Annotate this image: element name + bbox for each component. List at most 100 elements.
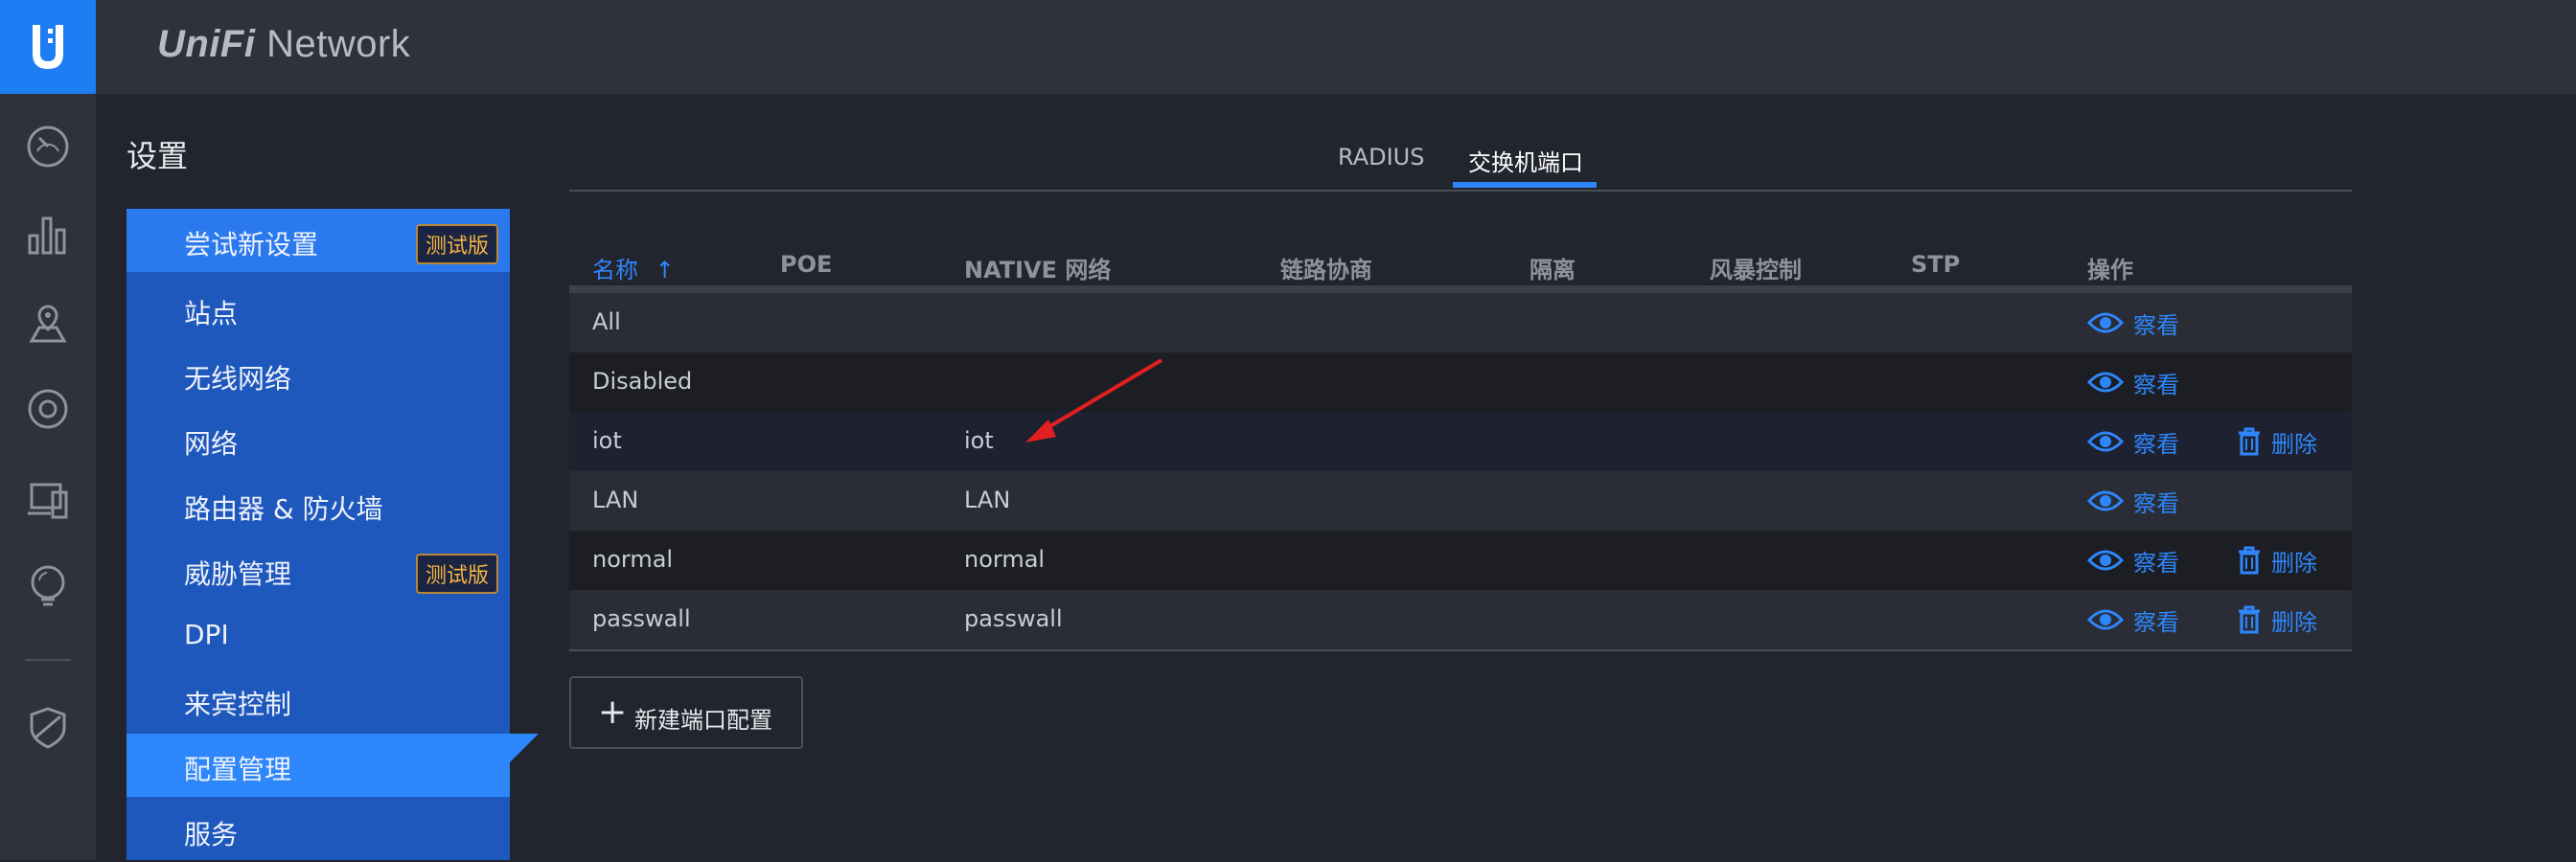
nav-item-label: 尝试新设置 bbox=[184, 229, 319, 261]
nav-item-routing-firewall[interactable]: 路由器 & 防火墙 bbox=[126, 473, 510, 536]
clients-icon[interactable] bbox=[24, 475, 72, 523]
delete-button[interactable]: 删除 bbox=[2237, 544, 2317, 577]
delete-button[interactable]: 删除 bbox=[2237, 603, 2317, 636]
tab-radius[interactable]: RADIUS bbox=[1338, 144, 1424, 170]
active-nav-indicator bbox=[510, 734, 539, 762]
nav-item-label: DPI bbox=[184, 619, 229, 650]
new-port-profile-button[interactable]: + 新建端口配置 bbox=[569, 676, 803, 749]
top-header: UniFi Network bbox=[96, 0, 2576, 94]
beta-badge: 测试版 bbox=[415, 224, 498, 264]
profile-tabs: RADIUS 交换机端口 bbox=[569, 140, 2352, 192]
view-label: 察看 bbox=[2133, 549, 2179, 577]
eye-icon bbox=[2087, 490, 2124, 511]
plus-icon: + bbox=[598, 692, 628, 732]
view-button[interactable]: 察看 bbox=[2087, 485, 2179, 517]
column-header-storm-control[interactable]: 风暴控制 bbox=[1710, 251, 1802, 284]
column-header-stp[interactable]: STP bbox=[1911, 251, 1960, 278]
dashboard-icon[interactable] bbox=[24, 123, 72, 170]
column-header-isolation[interactable]: 隔离 bbox=[1530, 251, 1576, 284]
settings-title: 设置 bbox=[126, 138, 189, 174]
settings-nav: 尝试新设置 测试版 站点 无线网络 网络 路由器 & 防火墙 威胁管理 测试版 … bbox=[126, 209, 510, 860]
view-label: 察看 bbox=[2133, 608, 2179, 636]
active-tab-underline bbox=[1453, 182, 1597, 188]
column-header-poe[interactable]: POE bbox=[780, 251, 832, 278]
eye-icon bbox=[2087, 312, 2124, 333]
eye-icon bbox=[2087, 550, 2124, 571]
trash-icon bbox=[2239, 605, 2260, 634]
sort-ascending-icon: ↑ bbox=[655, 257, 675, 284]
nav-item-profiles[interactable]: 配置管理 bbox=[126, 734, 510, 797]
eye-icon bbox=[2087, 609, 2124, 630]
view-button[interactable]: 察看 bbox=[2087, 366, 2179, 398]
cell-native-network: LAN bbox=[964, 487, 1011, 513]
map-icon[interactable] bbox=[24, 299, 72, 347]
cell-native-network: normal bbox=[964, 546, 1046, 573]
view-button[interactable]: 察看 bbox=[2087, 425, 2179, 458]
delete-label: 删除 bbox=[2271, 608, 2317, 636]
insights-icon[interactable] bbox=[24, 561, 72, 609]
rail-divider bbox=[25, 659, 71, 661]
cell-name: All bbox=[592, 308, 621, 335]
nav-item-label: 站点 bbox=[184, 298, 239, 329]
nav-item-services[interactable]: 服务 bbox=[126, 799, 510, 862]
header-divider bbox=[569, 285, 2352, 293]
nav-item-sites[interactable]: 站点 bbox=[126, 278, 510, 341]
table-row: Disabled 察看 bbox=[569, 352, 2352, 412]
nav-item-dpi[interactable]: DPI bbox=[126, 603, 510, 667]
column-header-actions: 操作 bbox=[2087, 257, 2133, 284]
view-label: 察看 bbox=[2133, 371, 2179, 398]
nav-item-wireless-networks[interactable]: 无线网络 bbox=[126, 343, 510, 406]
delete-button[interactable]: 删除 bbox=[2237, 425, 2317, 458]
trash-icon bbox=[2239, 427, 2260, 456]
nav-item-threat-management[interactable]: 威胁管理 测试版 bbox=[126, 538, 510, 601]
cell-native-network: iot bbox=[964, 427, 994, 454]
shield-icon[interactable] bbox=[24, 703, 72, 751]
delete-label: 删除 bbox=[2271, 549, 2317, 577]
table-row: normal normal 察看 删除 bbox=[569, 531, 2352, 590]
new-port-profile-label: 新建端口配置 bbox=[634, 707, 772, 734]
view-button[interactable]: 察看 bbox=[2087, 603, 2179, 636]
column-header-name[interactable]: 名称 ↑ bbox=[592, 251, 675, 284]
devices-icon[interactable] bbox=[24, 385, 72, 433]
cell-native-network: passwall bbox=[964, 605, 1063, 632]
annotation-arrow bbox=[1025, 358, 1163, 442]
brand-suffix: Network bbox=[255, 23, 411, 65]
cell-name: Disabled bbox=[592, 368, 693, 395]
cell-name: passwall bbox=[592, 605, 691, 632]
cell-name: LAN bbox=[592, 487, 639, 513]
delete-label: 删除 bbox=[2271, 430, 2317, 458]
view-label: 察看 bbox=[2133, 430, 2179, 458]
nav-item-label: 服务 bbox=[184, 819, 239, 851]
nav-item-label: 来宾控制 bbox=[184, 689, 292, 720]
table-row: All 察看 bbox=[569, 293, 2352, 352]
nav-item-networks[interactable]: 网络 bbox=[126, 408, 510, 471]
cell-name: normal bbox=[592, 546, 674, 573]
nav-item-label: 配置管理 bbox=[184, 754, 292, 785]
brand-prefix: UniFi bbox=[157, 23, 256, 65]
column-label: 名称 bbox=[592, 257, 638, 284]
app-brand: UniFi Network bbox=[157, 23, 410, 66]
column-header-native-network[interactable]: NATIVE 网络 bbox=[964, 251, 1111, 284]
column-header-link-negotiation[interactable]: 链路协商 bbox=[1280, 251, 1372, 284]
eye-icon bbox=[2087, 431, 2124, 452]
tab-switch-ports[interactable]: 交换机端口 bbox=[1468, 144, 1583, 177]
statistics-icon[interactable] bbox=[24, 211, 72, 259]
beta-badge: 测试版 bbox=[415, 554, 498, 594]
ubiquiti-logo[interactable] bbox=[0, 0, 96, 94]
nav-item-try-new-settings[interactable]: 尝试新设置 测试版 bbox=[126, 209, 510, 272]
table-bottom-border bbox=[569, 649, 2352, 651]
table-row: passwall passwall 察看 删除 bbox=[569, 590, 2352, 649]
nav-item-guest-control[interactable]: 来宾控制 bbox=[126, 669, 510, 732]
table-row: iot iot 察看 删除 bbox=[569, 412, 2352, 471]
cell-name: iot bbox=[592, 427, 622, 454]
eye-icon bbox=[2087, 372, 2124, 393]
icon-rail bbox=[0, 0, 96, 860]
nav-item-label: 路由器 & 防火墙 bbox=[184, 493, 383, 525]
view-label: 察看 bbox=[2133, 311, 2179, 339]
view-button[interactable]: 察看 bbox=[2087, 306, 2179, 339]
nav-item-label: 网络 bbox=[184, 428, 239, 460]
view-label: 察看 bbox=[2133, 489, 2179, 517]
nav-item-label: 无线网络 bbox=[184, 363, 292, 395]
view-button[interactable]: 察看 bbox=[2087, 544, 2179, 577]
trash-icon bbox=[2239, 546, 2260, 575]
